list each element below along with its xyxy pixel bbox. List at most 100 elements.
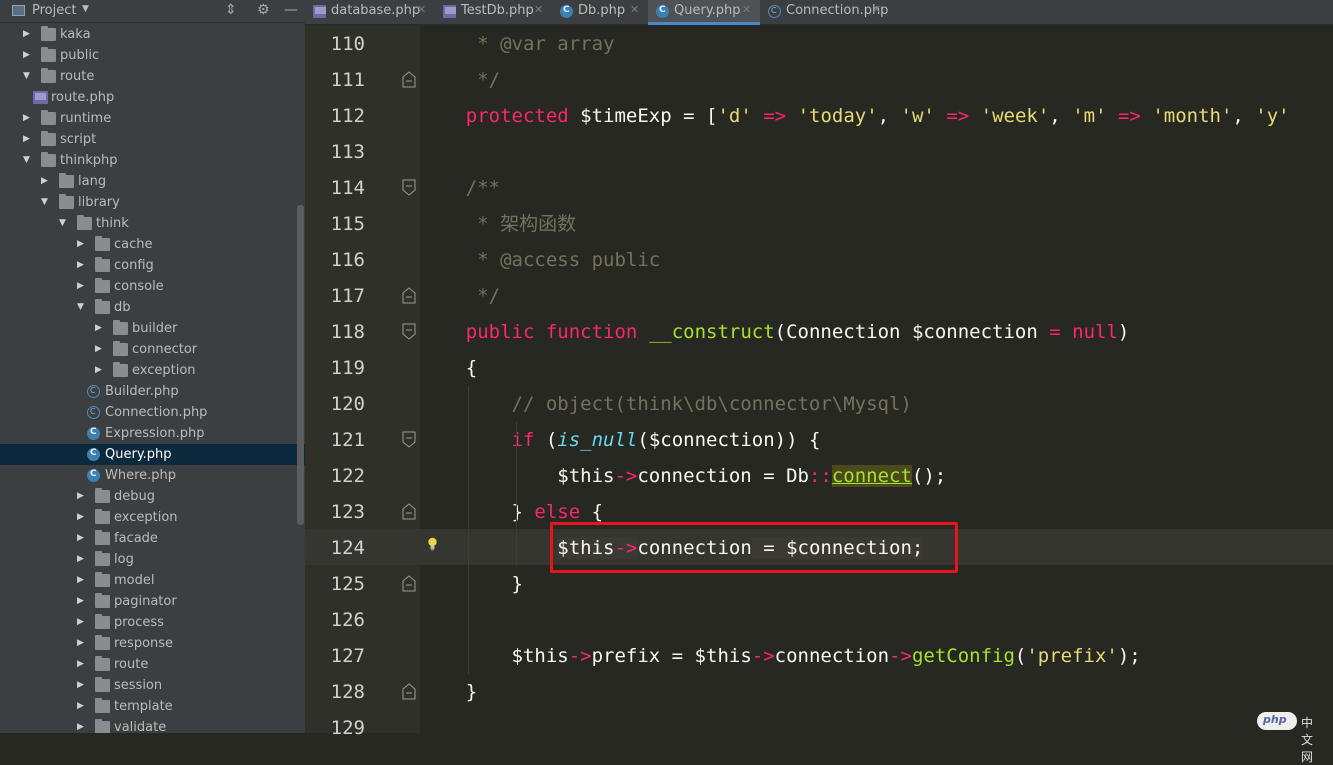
code-line[interactable] — [420, 134, 1333, 170]
tree-item[interactable]: ▶ config — [0, 255, 305, 276]
tree-item[interactable]: ▶ script — [0, 129, 305, 150]
collapsed-arrow-icon[interactable]: ▶ — [77, 533, 87, 543]
tree-item[interactable]: ▶ facade — [0, 528, 305, 549]
collapsed-arrow-icon[interactable]: ▶ — [23, 29, 33, 39]
expanded-arrow-icon[interactable]: ▼ — [23, 155, 33, 165]
project-panel-title[interactable]: Project — [32, 3, 76, 18]
tree-item[interactable]: Expression.php — [0, 423, 305, 444]
gear-icon[interactable]: ⚙ — [257, 2, 270, 18]
collapse-all-icon[interactable]: ⇕ — [225, 2, 237, 18]
tree-item[interactable]: ▶ route — [0, 654, 305, 675]
editor-tab[interactable]: Db.php ✕ — [552, 0, 648, 24]
collapsed-arrow-icon[interactable]: ▶ — [77, 638, 87, 648]
tree-item[interactable]: ▶ exception — [0, 507, 305, 528]
tree-item[interactable]: ▶ builder — [0, 318, 305, 339]
collapsed-arrow-icon[interactable]: ▶ — [23, 134, 33, 144]
collapsed-arrow-icon[interactable]: ▶ — [77, 659, 87, 669]
fold-marker-icon[interactable] — [402, 503, 416, 520]
tree-item[interactable]: ▶ connector — [0, 339, 305, 360]
tree-item[interactable]: Builder.php — [0, 381, 305, 402]
collapsed-arrow-icon[interactable]: ▶ — [77, 281, 87, 291]
tree-item[interactable]: ▼ db — [0, 297, 305, 318]
close-icon[interactable]: ✕ — [417, 3, 426, 16]
fold-marker-icon[interactable] — [402, 179, 416, 196]
tree-item[interactable]: ▶ exception — [0, 360, 305, 381]
expanded-arrow-icon[interactable]: ▼ — [77, 302, 87, 312]
code-line[interactable]: /** — [420, 170, 1333, 206]
code-line[interactable]: { — [420, 350, 1333, 386]
fold-marker-icon[interactable] — [402, 71, 416, 88]
tree-item[interactable]: ▶ public — [0, 45, 305, 66]
tree-item[interactable]: Where.php — [0, 465, 305, 486]
tree-item[interactable]: ▶ paginator — [0, 591, 305, 612]
collapsed-arrow-icon[interactable]: ▶ — [95, 365, 105, 375]
collapsed-arrow-icon[interactable]: ▶ — [77, 239, 87, 249]
collapsed-arrow-icon[interactable]: ▶ — [41, 176, 51, 186]
collapsed-arrow-icon[interactable]: ▶ — [77, 722, 87, 732]
tree-item[interactable]: route.php — [0, 87, 305, 108]
tree-item[interactable]: ▶ model — [0, 570, 305, 591]
tree-item[interactable]: ▼ route — [0, 66, 305, 87]
fold-marker-icon[interactable] — [402, 323, 416, 340]
collapsed-arrow-icon[interactable]: ▶ — [77, 260, 87, 270]
editor-tab[interactable]: Connection.php✕ — [760, 0, 890, 24]
editor-tab[interactable]: database.php ✕ — [305, 0, 435, 24]
collapsed-arrow-icon[interactable]: ▶ — [77, 617, 87, 627]
code-line[interactable]: $this->prefix = $this->connection->getCo… — [420, 638, 1333, 674]
tree-item[interactable]: ▶ validate — [0, 717, 305, 733]
fold-marker-icon[interactable] — [402, 683, 416, 700]
code-line[interactable]: * @var array — [420, 26, 1333, 62]
code-line[interactable]: */ — [420, 278, 1333, 314]
tree-item[interactable]: ▶ process — [0, 612, 305, 633]
tree-item[interactable]: ▶ session — [0, 675, 305, 696]
close-icon[interactable]: ✕ — [872, 3, 881, 16]
code-line[interactable]: if (is_null($connection)) { — [420, 422, 1333, 458]
collapsed-arrow-icon[interactable]: ▶ — [23, 50, 33, 60]
code-line[interactable]: $this->connection = Db::connect(); — [420, 458, 1333, 494]
code-line[interactable]: protected $timeExp = ['d' => 'today', 'w… — [420, 98, 1333, 134]
tree-item[interactable]: Connection.php — [0, 402, 305, 423]
code-line[interactable]: * 架构函数 — [420, 206, 1333, 242]
tree-item[interactable]: ▶ cache — [0, 234, 305, 255]
collapsed-arrow-icon[interactable]: ▶ — [23, 113, 33, 123]
expanded-arrow-icon[interactable]: ▼ — [59, 218, 69, 228]
expanded-arrow-icon[interactable]: ▼ — [23, 71, 33, 81]
fold-marker-icon[interactable] — [402, 287, 416, 304]
tree-item[interactable]: ▼ thinkphp — [0, 150, 305, 171]
code-line[interactable] — [420, 602, 1333, 638]
close-icon[interactable]: ✕ — [534, 3, 543, 16]
sidebar-scrollbar[interactable] — [297, 205, 304, 525]
editor-tab[interactable]: TestDb.php ✕ — [435, 0, 552, 24]
collapsed-arrow-icon[interactable]: ▶ — [77, 491, 87, 501]
tree-item[interactable]: ▶ runtime — [0, 108, 305, 129]
tree-item[interactable]: ▶ log — [0, 549, 305, 570]
fold-marker-icon[interactable] — [402, 575, 416, 592]
collapsed-arrow-icon[interactable]: ▶ — [77, 575, 87, 585]
tree-item[interactable]: ▶ kaka — [0, 24, 305, 45]
chevron-down-icon[interactable]: ▼ — [82, 4, 89, 14]
fold-marker-icon[interactable] — [402, 431, 416, 448]
editor-tab[interactable]: Query.php✕ — [648, 0, 760, 25]
collapsed-arrow-icon[interactable]: ▶ — [77, 596, 87, 606]
close-icon[interactable]: ✕ — [742, 3, 751, 16]
hide-panel-icon[interactable]: — — [284, 2, 298, 18]
collapsed-arrow-icon[interactable]: ▶ — [77, 701, 87, 711]
lightbulb-icon[interactable] — [427, 537, 438, 551]
collapsed-arrow-icon[interactable]: ▶ — [95, 323, 105, 333]
close-icon[interactable]: ✕ — [630, 3, 639, 16]
tree-item[interactable]: ▶ lang — [0, 171, 305, 192]
code-line[interactable]: public function __construct(Connection $… — [420, 314, 1333, 350]
tree-item[interactable]: Query.php — [0, 444, 305, 465]
collapsed-arrow-icon[interactable]: ▶ — [77, 554, 87, 564]
tree-item[interactable]: ▶ debug — [0, 486, 305, 507]
tree-item[interactable]: ▶ console — [0, 276, 305, 297]
collapsed-arrow-icon[interactable]: ▶ — [95, 344, 105, 354]
code-line[interactable]: // object(think\db\connector\Mysql) — [420, 386, 1333, 422]
tree-item[interactable]: ▼ think — [0, 213, 305, 234]
code-line[interactable]: } — [420, 674, 1333, 710]
code-line[interactable]: */ — [420, 62, 1333, 98]
expanded-arrow-icon[interactable]: ▼ — [41, 197, 51, 207]
collapsed-arrow-icon[interactable]: ▶ — [77, 512, 87, 522]
collapsed-arrow-icon[interactable]: ▶ — [77, 680, 87, 690]
tree-item[interactable]: ▶ template — [0, 696, 305, 717]
